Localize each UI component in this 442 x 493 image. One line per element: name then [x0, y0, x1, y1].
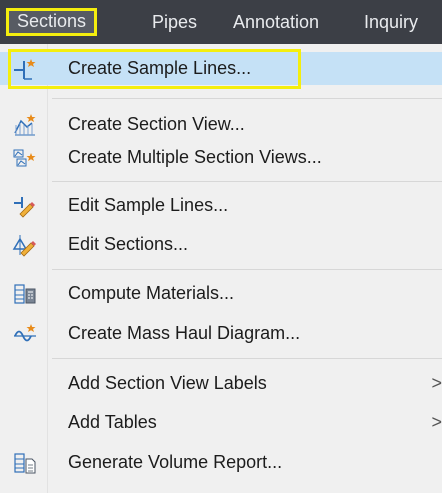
menu-separator	[52, 98, 442, 99]
volume-report-icon	[12, 451, 38, 475]
mass-haul-diagram-icon	[12, 322, 38, 346]
menu-item-label: Compute Materials...	[68, 283, 235, 303]
submenu-arrow-icon: >	[431, 373, 442, 393]
create-section-view-icon	[12, 113, 38, 137]
menubar: Sections Pipes Annotation Inquiry	[0, 0, 442, 44]
submenu-arrow-icon: >	[431, 412, 442, 432]
menu-item-create-mass-haul-diagram[interactable]: Create Mass Haul Diagram...	[0, 317, 442, 350]
menu-item-add-section-view-labels[interactable]: Add Section View Labels >	[0, 367, 442, 400]
menu-separator	[52, 358, 442, 359]
create-multiple-section-views-icon	[12, 146, 38, 170]
menu-sections[interactable]: Sections	[6, 8, 98, 36]
menu-item-label: Edit Sections...	[68, 234, 189, 254]
menu-separator	[52, 269, 442, 270]
menu-item-label: Create Mass Haul Diagram...	[68, 323, 301, 343]
menu-item-edit-sample-lines[interactable]: Edit Sample Lines...	[0, 189, 442, 222]
menu-item-label: Add Tables	[68, 412, 157, 432]
menu-item-create-section-view[interactable]: Create Section View...	[0, 108, 442, 141]
menu-pipes[interactable]: Pipes	[152, 9, 197, 37]
menu-item-compute-materials[interactable]: Compute Materials...	[0, 277, 442, 310]
menu-separator	[52, 181, 442, 182]
edit-sample-lines-icon	[12, 194, 38, 218]
menu-item-label: Generate Volume Report...	[68, 452, 283, 472]
menu-item-label: Create Multiple Section Views...	[68, 147, 322, 167]
sections-dropdown-menu: Create Sample Lines... Create Section Vi…	[0, 44, 442, 493]
menu-item-create-multiple-section-views[interactable]: Create Multiple Section Views...	[0, 141, 442, 174]
menu-item-generate-volume-report[interactable]: Generate Volume Report...	[0, 446, 442, 479]
menu-item-label: Add Section View Labels	[68, 373, 267, 393]
menu-item-label: Edit Sample Lines...	[68, 195, 229, 215]
menu-annotation[interactable]: Annotation	[233, 9, 319, 37]
highlight-frame	[8, 49, 301, 89]
menu-item-edit-sections[interactable]: Edit Sections...	[0, 228, 442, 261]
menu-inquiry[interactable]: Inquiry	[364, 9, 418, 37]
menu-item-label: Create Section View...	[68, 114, 245, 134]
menu-item-add-tables[interactable]: Add Tables >	[0, 406, 442, 439]
edit-sections-icon	[12, 233, 38, 257]
compute-materials-icon	[12, 282, 38, 306]
